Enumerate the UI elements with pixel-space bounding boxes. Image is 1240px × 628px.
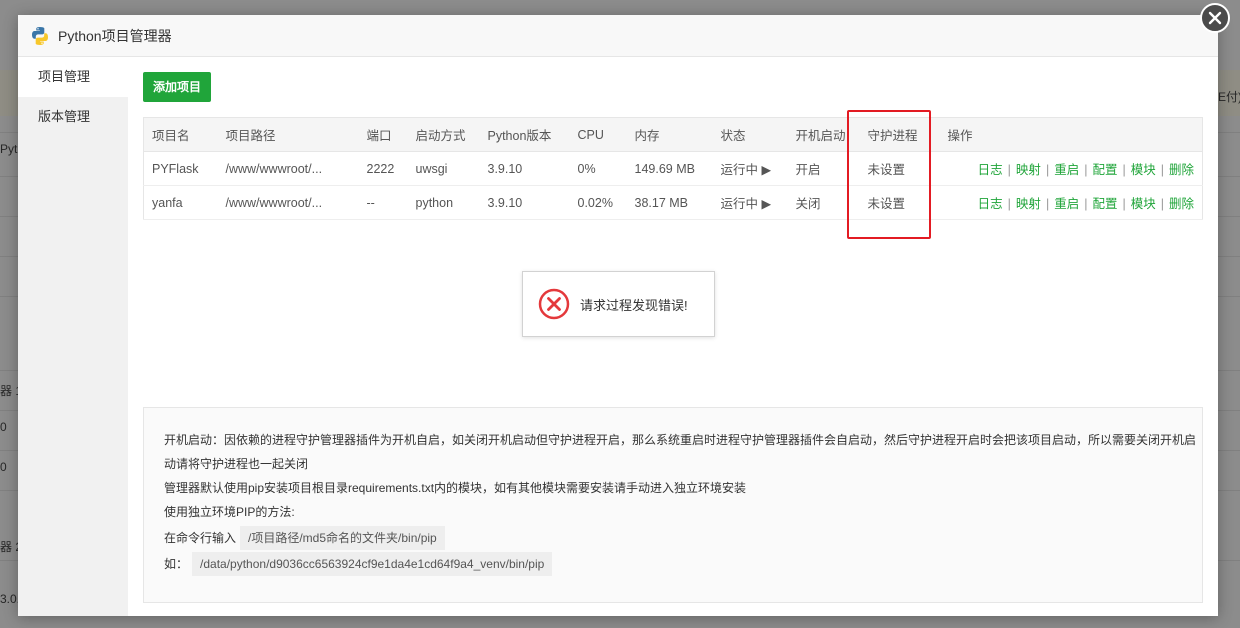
cell-port: 2222 (358, 151, 408, 186)
row-actions: 日志 | 映射 | 重启 | 配置 | 模块 | 删除 (939, 185, 1203, 220)
modal-title: Python项目管理器 (58, 27, 172, 44)
python-project-manager-modal: Python项目管理器 项目管理 版本管理 添加项目 项目名 项目路径 端口 启… (18, 15, 1218, 616)
status-toggle[interactable]: 运行中 ▶ (712, 151, 788, 186)
command-code: /项目路径/md5命名的文件夹/bin/pip (240, 526, 445, 550)
cell-project-path-link[interactable]: /www/wwwroot/... (217, 185, 359, 220)
log-link[interactable]: 日志 (978, 197, 1003, 211)
python-logo-icon (32, 26, 48, 45)
help-notes: 开机启动：因依赖的进程守护管理器插件为开机自启，如关闭开机启动但守护进程开启，那… (143, 407, 1203, 603)
note-boot: 开机启动：因依赖的进程守护管理器插件为开机自启，如关闭开机启动但守护进程开启，那… (164, 433, 1197, 471)
table-row: PYFlask /www/wwwroot/... 2222 uwsgi 3.9.… (143, 151, 1203, 186)
mapping-link[interactable]: 映射 (1016, 163, 1041, 177)
note-pip-method: 使用独立环境PIP的方法: (164, 505, 295, 519)
cell-project-name: yanfa (143, 185, 218, 220)
column-header-python-version: Python版本 (479, 117, 570, 152)
column-header-memory: 内存 (626, 117, 713, 152)
column-header-cpu: CPU (569, 117, 627, 152)
note-command: 在命令行输入/项目路径/md5命名的文件夹/bin/pip (164, 526, 1202, 550)
sidebar-item-project-management[interactable]: 项目管理 (18, 57, 128, 97)
restart-link[interactable]: 重启 (1054, 163, 1079, 177)
column-header-actions: 操作 (939, 117, 1203, 152)
sidebar-item-version-management[interactable]: 版本管理 (18, 97, 128, 137)
example-code: /data/python/d9036cc6563924cf9e1da4e1cd6… (192, 552, 553, 576)
log-link[interactable]: 日志 (978, 163, 1003, 177)
close-icon (1208, 11, 1222, 25)
config-link[interactable]: 配置 (1092, 163, 1117, 177)
cell-start-mode: python (407, 185, 480, 220)
error-message: 请求过程发现错误! (580, 297, 688, 313)
cell-project-path-link[interactable]: /www/wwwroot/... (217, 151, 359, 186)
daemon-column-highlight (847, 110, 931, 239)
note-example-label: 如： (164, 557, 189, 571)
cell-memory: 149.69 MB (626, 151, 713, 186)
cell-port: -- (358, 185, 408, 220)
row-actions: 日志 | 映射 | 重启 | 配置 | 模块 | 删除 (939, 151, 1203, 186)
status-toggle[interactable]: 运行中 ▶ (712, 185, 788, 220)
table-header-row: 项目名 项目路径 端口 启动方式 Python版本 CPU 内存 状态 开机启动… (143, 117, 1203, 152)
project-table: 项目名 项目路径 端口 启动方式 Python版本 CPU 内存 状态 开机启动… (143, 117, 1203, 220)
cell-start-mode: uwsgi (407, 151, 480, 186)
modal-header: Python项目管理器 (18, 15, 1218, 57)
cell-memory: 38.17 MB (626, 185, 713, 220)
note-example: 如：/data/python/d9036cc6563924cf9e1da4e1c… (164, 552, 1202, 576)
module-link[interactable]: 模块 (1131, 197, 1156, 211)
restart-link[interactable]: 重启 (1054, 197, 1079, 211)
cell-cpu: 0% (569, 151, 627, 186)
config-link[interactable]: 配置 (1092, 197, 1117, 211)
mapping-link[interactable]: 映射 (1016, 197, 1041, 211)
module-link[interactable]: 模块 (1131, 163, 1156, 177)
table-row: yanfa /www/wwwroot/... -- python 3.9.10 … (143, 185, 1203, 220)
column-header-start-mode: 启动方式 (407, 117, 480, 152)
cell-python-version: 3.9.10 (479, 151, 570, 186)
error-toast: 请求过程发现错误! (522, 271, 715, 337)
delete-link[interactable]: 删除 (1169, 197, 1194, 211)
cell-python-version: 3.9.10 (479, 185, 570, 220)
close-button[interactable] (1200, 3, 1230, 33)
cell-project-name: PYFlask (143, 151, 218, 186)
column-header-port: 端口 (358, 117, 408, 152)
cell-cpu: 0.02% (569, 185, 627, 220)
add-project-button[interactable]: 添加项目 (143, 72, 212, 102)
note-pip: 管理器默认使用pip安装项目根目录requirements.txt内的模块，如有… (164, 481, 747, 495)
main-content: 添加项目 项目名 项目路径 端口 启动方式 Python版本 CPU 内存 状态… (143, 72, 1203, 220)
sidebar: 项目管理 版本管理 (18, 57, 128, 616)
column-header-name: 项目名 (143, 117, 218, 152)
note-command-label: 在命令行输入 (164, 531, 237, 545)
column-header-path: 项目路径 (217, 117, 359, 152)
column-header-status: 状态 (712, 117, 788, 152)
delete-link[interactable]: 删除 (1169, 163, 1194, 177)
error-icon (538, 288, 570, 320)
